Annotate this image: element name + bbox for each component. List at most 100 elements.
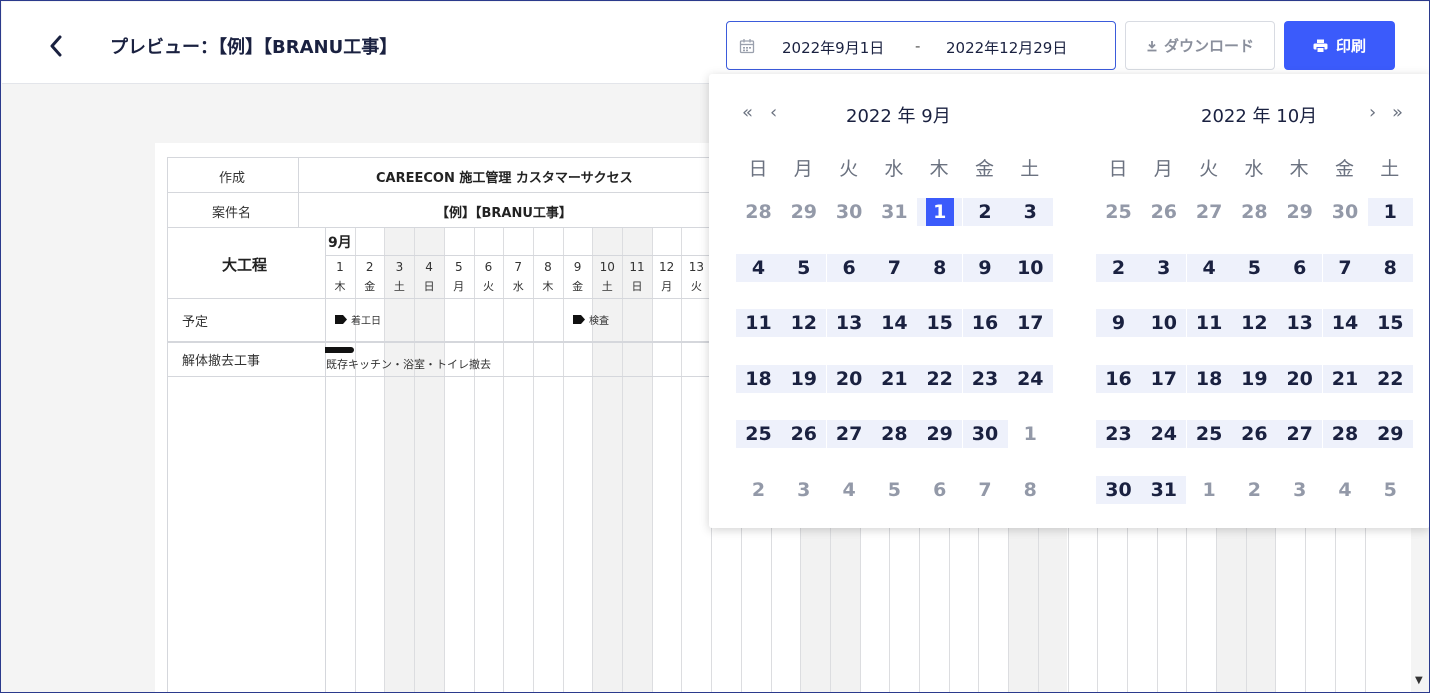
calendar-day[interactable]: 9 <box>1096 309 1141 337</box>
calendar-day[interactable]: 17 <box>1007 309 1053 337</box>
task-bar[interactable] <box>325 347 354 353</box>
calendar-day[interactable]: 19 <box>781 364 827 393</box>
calendar-day[interactable]: 28 <box>1232 198 1277 226</box>
calendar-day[interactable]: 29 <box>781 198 826 226</box>
calendar-day[interactable]: 3 <box>1007 198 1053 226</box>
calendar-day[interactable]: 6 <box>826 253 872 282</box>
calendar-day[interactable]: 31 <box>872 198 917 226</box>
calendar-day[interactable]: 21 <box>871 364 917 393</box>
calendar-day[interactable]: 12 <box>781 309 827 337</box>
calendar-day[interactable]: 16 <box>962 309 1008 337</box>
calendar-day[interactable]: 9 <box>962 253 1008 282</box>
calendar-day[interactable]: 8 <box>1367 253 1413 282</box>
calendar-day[interactable]: 18 <box>1186 364 1232 393</box>
print-button[interactable]: 印刷 <box>1284 21 1395 70</box>
calendar-day[interactable]: 18 <box>736 364 781 393</box>
range-start-input[interactable]: 2022年9月1日 <box>782 37 884 58</box>
calendar-day[interactable]: 19 <box>1231 364 1277 393</box>
calendar-day[interactable]: 13 <box>826 309 872 337</box>
event-inspection[interactable]: 検査 <box>573 312 609 327</box>
calendar-day[interactable]: 6 <box>1277 253 1323 282</box>
calendar-day[interactable]: 10 <box>1141 309 1187 337</box>
calendar-day[interactable]: 28 <box>1322 420 1368 448</box>
calendar-day[interactable]: 24 <box>1007 364 1053 393</box>
event-start[interactable]: 着工日 <box>335 312 381 327</box>
calendar-day[interactable]: 30 <box>827 198 872 226</box>
calendar-day[interactable]: 26 <box>1141 198 1186 226</box>
calendar-day[interactable]: 20 <box>1277 364 1323 393</box>
calendar-day[interactable]: 15 <box>1367 309 1413 337</box>
calendar-day[interactable]: 20 <box>826 364 872 393</box>
calendar-day[interactable]: 12 <box>1231 309 1277 337</box>
prev-month-button[interactable]: ‹ <box>770 102 777 123</box>
calendar-day[interactable]: 25 <box>1096 198 1141 226</box>
calendar-day[interactable]: 2 <box>1232 476 1277 504</box>
calendar-day[interactable]: 23 <box>962 364 1008 393</box>
prev-year-button[interactable]: « <box>742 102 753 123</box>
calendar-day[interactable]: 27 <box>1277 420 1323 448</box>
calendar-day[interactable]: 17 <box>1141 364 1187 393</box>
calendar-day[interactable]: 30 <box>962 420 1008 448</box>
calendar-day[interactable]: 28 <box>736 198 781 226</box>
next-month-button[interactable]: › <box>1369 102 1376 123</box>
calendar-day[interactable]: 15 <box>917 309 963 337</box>
calendar-day[interactable]: 27 <box>1187 198 1232 226</box>
calendar-day[interactable]: 11 <box>1186 309 1232 337</box>
calendar-day[interactable]: 5 <box>872 476 917 504</box>
calendar-day[interactable]: 22 <box>1367 364 1413 393</box>
scroll-down-arrow[interactable]: ▼ <box>1415 675 1423 686</box>
calendar-day[interactable]: 30 <box>1096 475 1141 504</box>
calendar-day[interactable]: 3 <box>1277 476 1322 504</box>
calendar-day[interactable]: 3 <box>1141 253 1187 282</box>
calendar-day[interactable]: 4 <box>736 253 781 282</box>
calendar-day[interactable]: 1 <box>1187 476 1232 504</box>
calendar-day[interactable]: 26 <box>781 420 827 448</box>
calendar-day[interactable]: 4 <box>1186 253 1232 282</box>
next-year-button[interactable]: » <box>1392 102 1403 123</box>
calendar-day[interactable]: 2 <box>962 198 1008 226</box>
calendar-day[interactable]: 23 <box>1096 420 1141 448</box>
calendar-day[interactable]: 7 <box>1322 253 1368 282</box>
calendar-day[interactable]: 8 <box>917 253 963 282</box>
back-button[interactable] <box>44 32 68 60</box>
calendar-day[interactable]: 22 <box>917 364 963 393</box>
date-range-picker[interactable]: 2022年9月1日 - 2022年12月29日 <box>726 21 1116 70</box>
calendar-day[interactable]: 29 <box>917 420 963 448</box>
calendar-day[interactable]: 5 <box>1368 476 1413 504</box>
calendar-day[interactable]: 29 <box>1367 420 1413 448</box>
calendar-day[interactable]: 7 <box>871 253 917 282</box>
calendar-day[interactable]: 25 <box>736 420 781 448</box>
calendar-day[interactable]: 4 <box>827 476 872 504</box>
calendar-day[interactable]: 16 <box>1096 364 1141 393</box>
calendar-day[interactable]: 29 <box>1277 198 1322 226</box>
range-end-input[interactable]: 2022年12月29日 <box>946 37 1067 58</box>
calendar-day[interactable]: 14 <box>871 309 917 337</box>
table-border-left <box>167 157 168 692</box>
calendar-day[interactable]: 6 <box>917 476 962 504</box>
calendar-day[interactable]: 30 <box>1323 198 1368 226</box>
selected-day[interactable]: 1 <box>917 198 963 226</box>
calendar-day[interactable]: 5 <box>1231 253 1277 282</box>
calendar-day[interactable]: 10 <box>1007 253 1053 282</box>
calendar-day[interactable]: 28 <box>871 420 917 448</box>
calendar-day[interactable]: 4 <box>1323 476 1368 504</box>
calendar-day[interactable]: 21 <box>1322 364 1368 393</box>
calendar-day[interactable]: 14 <box>1322 309 1368 337</box>
weekday-label: 月 <box>793 158 813 180</box>
calendar-day[interactable]: 3 <box>781 476 826 504</box>
calendar-day[interactable]: 7 <box>963 476 1008 504</box>
calendar-day[interactable]: 27 <box>826 420 872 448</box>
calendar-day[interactable]: 24 <box>1141 420 1187 448</box>
calendar-day[interactable]: 1 <box>1367 198 1413 226</box>
calendar-day[interactable]: 31 <box>1141 475 1187 504</box>
calendar-day[interactable]: 13 <box>1277 309 1323 337</box>
calendar-day[interactable]: 26 <box>1231 420 1277 448</box>
calendar-day[interactable]: 1 <box>1008 420 1053 448</box>
calendar-day[interactable]: 5 <box>781 253 827 282</box>
download-button[interactable]: ダウンロード <box>1125 21 1275 70</box>
calendar-day[interactable]: 2 <box>1096 253 1141 282</box>
calendar-day[interactable]: 11 <box>736 309 781 337</box>
calendar-day[interactable]: 8 <box>1008 476 1053 504</box>
calendar-day[interactable]: 25 <box>1186 420 1232 448</box>
calendar-day[interactable]: 2 <box>736 476 781 504</box>
